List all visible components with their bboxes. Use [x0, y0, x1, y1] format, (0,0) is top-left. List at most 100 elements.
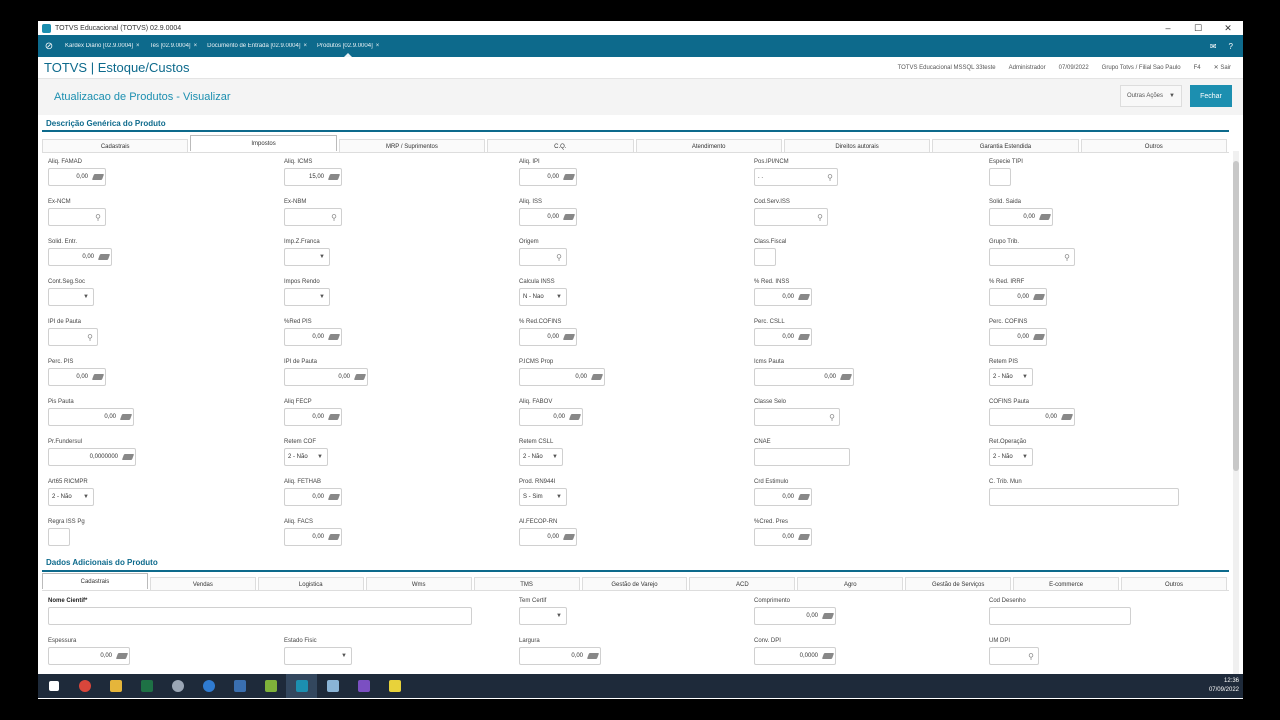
- calculator-icon[interactable]: [327, 413, 341, 422]
- input-nome-cientif[interactable]: [48, 607, 472, 625]
- calculator-icon[interactable]: [568, 413, 582, 422]
- input-solid-entr[interactable]: 0,00: [48, 248, 112, 266]
- input-crd-estimulo[interactable]: 0,00: [754, 488, 812, 506]
- input-ipi-de-pauta[interactable]: 0,00: [284, 368, 368, 386]
- close-tab-icon[interactable]: ×: [194, 43, 198, 49]
- input-calcula-inss[interactable]: N - Nao ▼: [519, 288, 567, 306]
- chrome-icon[interactable]: [69, 674, 100, 698]
- input-espessura[interactable]: 0,00: [48, 647, 130, 665]
- input-aliq-facs[interactable]: 0,00: [284, 528, 342, 546]
- tab-cadastrais[interactable]: Cadastrais: [42, 573, 148, 589]
- calculator-icon[interactable]: [1038, 213, 1052, 222]
- system-clock[interactable]: 12:36 07/09/2022: [1209, 677, 1243, 695]
- input-aliq-ipi[interactable]: 0,00: [519, 168, 577, 186]
- calculator-icon[interactable]: [797, 333, 811, 342]
- input-classe-selo[interactable]: ⚲: [754, 408, 840, 426]
- input-cred-pres[interactable]: 0,00: [754, 528, 812, 546]
- calculator-icon[interactable]: [1032, 333, 1046, 342]
- calculator-icon[interactable]: [839, 373, 853, 382]
- totvs-logo-icon[interactable]: ⊘: [38, 41, 60, 52]
- input-tem-certif[interactable]: ▼: [519, 607, 567, 625]
- input-regra-iss-pg[interactable]: [48, 528, 70, 546]
- search-icon[interactable]: ⚲: [813, 213, 827, 222]
- calculator-icon[interactable]: [115, 652, 129, 661]
- tab-e-commerce[interactable]: E-commerce: [1013, 577, 1120, 590]
- close-button[interactable]: Fechar: [1190, 85, 1232, 107]
- close-tab-icon[interactable]: ×: [304, 43, 308, 49]
- input-ex-nbm[interactable]: ⚲: [284, 208, 342, 226]
- search-icon[interactable]: ⚲: [83, 333, 97, 342]
- input-cod-desenho[interactable]: [989, 607, 1131, 625]
- input-al-fecop-rn[interactable]: 0,00: [519, 528, 577, 546]
- calculator-icon[interactable]: [590, 373, 604, 382]
- calculator-icon[interactable]: [327, 333, 341, 342]
- tab-atendimento[interactable]: Atendimento: [635, 139, 782, 152]
- search-icon[interactable]: ⚲: [552, 253, 566, 262]
- close-tab-icon[interactable]: ×: [136, 43, 140, 49]
- calculator-icon[interactable]: [586, 652, 600, 661]
- remote-app-icon[interactable]: [162, 674, 193, 698]
- input-cod-serv-iss[interactable]: ⚲: [754, 208, 828, 226]
- chevron-down-icon[interactable]: ▼: [548, 454, 562, 460]
- input-retem-pis[interactable]: 2 - Não ▼: [989, 368, 1033, 386]
- chevron-down-icon[interactable]: ▼: [79, 294, 93, 300]
- smartclient-icon[interactable]: [317, 674, 348, 698]
- vertical-scrollbar[interactable]: [1233, 151, 1239, 687]
- notepad-icon[interactable]: [255, 674, 286, 698]
- visual-studio-icon[interactable]: [348, 674, 379, 698]
- maximize-button[interactable]: ☐: [1183, 23, 1213, 34]
- branch-label[interactable]: Grupo Totvs / Filial Sao Paulo: [1102, 65, 1181, 71]
- calculator-icon[interactable]: [1060, 413, 1074, 422]
- sql-icon[interactable]: [224, 674, 255, 698]
- excel-icon[interactable]: [131, 674, 162, 698]
- calculator-icon[interactable]: [797, 493, 811, 502]
- mail-icon[interactable]: ✉: [1210, 42, 1217, 51]
- scrollbar-thumb[interactable]: [1233, 161, 1239, 471]
- input-red-inss[interactable]: 0,00: [754, 288, 812, 306]
- input-art65-ricmpr[interactable]: 2 - Não ▼: [48, 488, 94, 506]
- calculator-icon[interactable]: [1032, 293, 1046, 302]
- input-conv-dpi[interactable]: 0,0000: [754, 647, 836, 665]
- input-pis-pauta[interactable]: 0,00: [48, 408, 134, 426]
- calculator-icon[interactable]: [327, 493, 341, 502]
- input-imp-z-franca[interactable]: ▼: [284, 248, 330, 266]
- tab-garantia-estendida[interactable]: Garantia Estendida: [932, 139, 1079, 152]
- input-aliq-fethab[interactable]: 0,00: [284, 488, 342, 506]
- chevron-down-icon[interactable]: ▼: [313, 454, 327, 460]
- input-ex-ncm[interactable]: ⚲: [48, 208, 106, 226]
- input-ret-operacao[interactable]: 2 - Não ▼: [989, 448, 1033, 466]
- input-origem[interactable]: ⚲: [519, 248, 567, 266]
- input-perc-pis[interactable]: 0,00: [48, 368, 106, 386]
- script-icon[interactable]: [379, 674, 410, 698]
- input-perc-csll[interactable]: 0,00: [754, 328, 812, 346]
- calculator-icon[interactable]: [797, 293, 811, 302]
- input-p-icms-prop[interactable]: 0,00: [519, 368, 605, 386]
- calculator-icon[interactable]: [327, 533, 341, 542]
- tab-vendas[interactable]: Vendas: [149, 577, 256, 590]
- tab-wms[interactable]: Wms: [365, 577, 472, 590]
- input-estado-fisic[interactable]: ▼: [284, 647, 352, 665]
- close-tab-icon[interactable]: ×: [376, 43, 380, 49]
- windows-start-icon[interactable]: [38, 674, 69, 698]
- chevron-down-icon[interactable]: ▼: [337, 653, 351, 659]
- calculator-icon[interactable]: [562, 213, 576, 222]
- input-impos-rendo[interactable]: ▼: [284, 288, 330, 306]
- calculator-icon[interactable]: [119, 413, 133, 422]
- chevron-down-icon[interactable]: ▼: [315, 294, 329, 300]
- tab-produtos[interactable]: Produtos [02.9.0004] ×: [312, 43, 384, 57]
- tab-documento-entrada[interactable]: Documento de Entrada [02.9.0004] ×: [202, 43, 312, 49]
- tab-mrp-suprimentos[interactable]: MRP / Suprimentos: [338, 139, 486, 152]
- tab-agro[interactable]: Agro: [797, 577, 904, 590]
- input-pr-fundersul[interactable]: 0,0000000: [48, 448, 136, 466]
- input-solid-saida[interactable]: 0,00: [989, 208, 1053, 226]
- input-red-pis[interactable]: 0,00: [284, 328, 342, 346]
- input-aliq-fecp[interactable]: 0,00: [284, 408, 342, 426]
- input-cnae[interactable]: [754, 448, 850, 466]
- input-pos-ipi-ncm[interactable]: . . ⚲: [754, 168, 838, 186]
- close-window-button[interactable]: ✕: [1213, 23, 1243, 34]
- tab-logistica[interactable]: Logistica: [257, 577, 364, 590]
- calculator-icon[interactable]: [562, 173, 576, 182]
- chevron-down-icon[interactable]: ▼: [1018, 454, 1032, 460]
- f4-shortcut[interactable]: F4: [1194, 65, 1201, 71]
- input-aliq-famad[interactable]: 0,00: [48, 168, 106, 186]
